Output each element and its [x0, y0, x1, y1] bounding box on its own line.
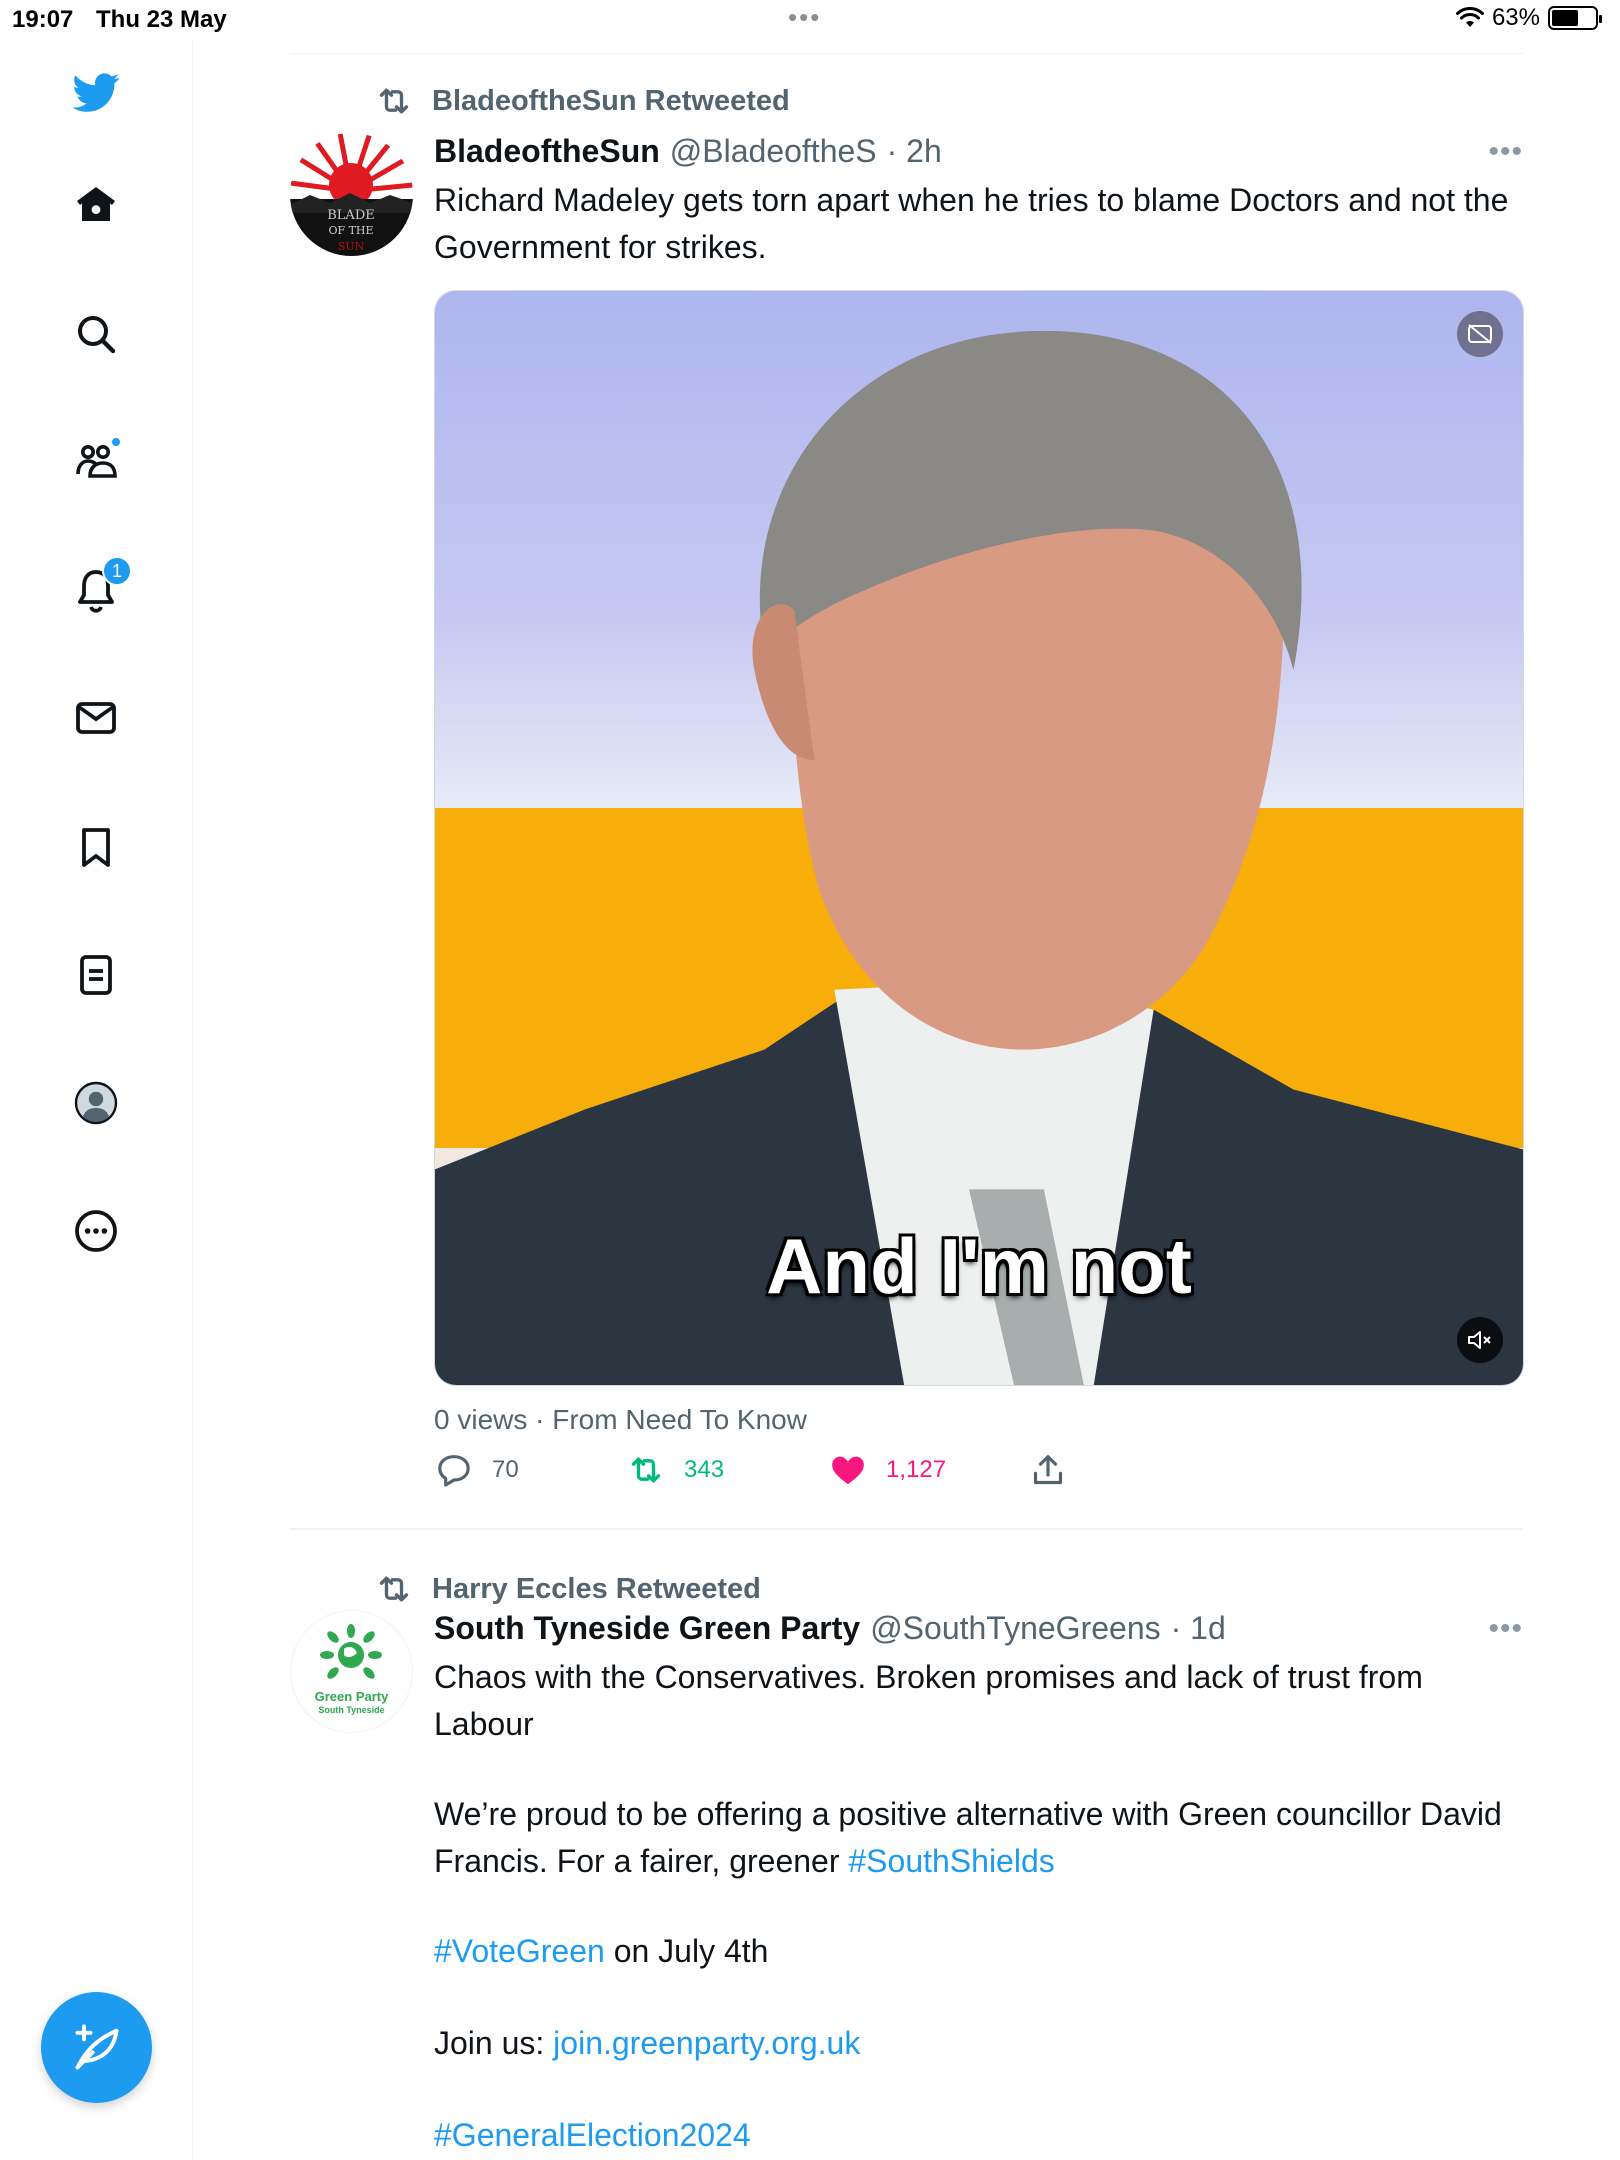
author-name[interactable]: BladeoftheSun — [434, 133, 660, 170]
avatar[interactable]: BLADE OF THE SUN — [290, 133, 413, 256]
battery-icon — [1548, 6, 1602, 30]
lists-icon[interactable] — [64, 943, 128, 1007]
tweet-header: BladeoftheSun @BladeoftheS · 2h — [434, 133, 942, 173]
battery-percent: 63% — [1491, 4, 1540, 31]
retweeted-by-label[interactable]: BladeoftheSun Retweeted — [432, 85, 790, 118]
tweet-video[interactable]: And I'm not — [434, 290, 1524, 1386]
tweet-card[interactable]: Harry Eccles Retweeted Green Party South… — [290, 1530, 1523, 2160]
tweet-more-button[interactable]: ••• — [1488, 135, 1523, 169]
share-icon — [1033, 1455, 1063, 1485]
status-time: 19:07 — [12, 6, 74, 33]
notification-count-badge: 1 — [102, 556, 132, 586]
tweet-text-paragraph-4: Join us: join.greenparty.org.uk — [434, 2020, 1523, 2067]
tweet-actions: 70 343 1,127 — [434, 1445, 1134, 1495]
like-count: 1,127 — [886, 1456, 947, 1483]
twitter-logo-icon[interactable] — [64, 60, 128, 124]
retweeted-by-label[interactable]: Harry Eccles Retweeted — [432, 1573, 761, 1606]
author-handle[interactable]: @BladeoftheS — [670, 133, 877, 170]
mute-button[interactable] — [1457, 1317, 1503, 1363]
tweet-card[interactable]: BladeoftheSun Retweeted BLADE OF THE SUN… — [290, 53, 1524, 1528]
author-name[interactable]: South Tyneside Green Party — [434, 1610, 860, 1647]
reply-icon — [438, 1455, 470, 1487]
retweet-context: Harry Eccles Retweeted — [374, 1571, 761, 1607]
retweet-icon — [631, 1457, 661, 1483]
alt-text-button[interactable] — [1457, 311, 1503, 357]
retweet-button[interactable]: 343 — [626, 1445, 724, 1495]
hashtag-link[interactable]: #VoteGreen — [434, 1933, 605, 1969]
avatar-label-1: Green Party — [314, 1689, 389, 1704]
sidebar-nav: 1 — [0, 40, 193, 2160]
communities-icon[interactable] — [64, 430, 128, 494]
share-button[interactable] — [1028, 1445, 1068, 1495]
tweet-header: South Tyneside Green Party @SouthTyneGre… — [434, 1610, 1226, 1650]
video-caption: And I'm not — [766, 1222, 1192, 1310]
retweet-icon — [379, 88, 409, 114]
compose-icon — [75, 2023, 118, 2069]
status-bar: 19:07 Thu 23 May ••• 63% — [0, 0, 1620, 40]
compose-button[interactable] — [41, 1992, 152, 2103]
retweet-count: 343 — [684, 1456, 725, 1483]
volume-muted-icon — [1468, 1331, 1491, 1349]
url-link[interactable]: join.greenparty.org.uk — [553, 2025, 860, 2061]
svg-text:OF THE: OF THE — [328, 224, 373, 237]
status-date: Thu 23 May — [96, 6, 227, 33]
notifications-icon[interactable]: 1 — [64, 556, 132, 622]
tweet-text-paragraph-1: Chaos with the Conservatives. Broken pro… — [434, 1659, 1423, 1742]
home-icon[interactable] — [64, 173, 128, 237]
reply-button[interactable]: 70 — [434, 1445, 519, 1495]
view-count[interactable]: 0 views · From Need To Know — [434, 1404, 807, 1436]
tweet-text-paragraph-2: We’re proud to be offering a positive al… — [434, 1791, 1523, 1885]
avatar[interactable]: Green Party South Tyneside — [290, 1610, 413, 1733]
status-right: 63% — [1455, 4, 1602, 32]
heart-icon — [832, 1456, 864, 1485]
retweet-context: BladeoftheSun Retweeted — [374, 83, 790, 119]
tweet-text: on July 4th — [604, 1933, 769, 1969]
tweet-time[interactable]: · 1d — [1171, 1610, 1226, 1647]
communities-dot-badge — [110, 436, 122, 448]
search-icon[interactable] — [64, 302, 128, 366]
tweet-text: Join us: — [434, 2025, 554, 2061]
hashtag-link[interactable]: #GeneralElection2024 — [434, 2117, 751, 2153]
multitasking-dots[interactable]: ••• — [788, 2, 821, 33]
tweet-more-button[interactable]: ••• — [1488, 1612, 1523, 1646]
tweet-text-paragraph-5: #GeneralElection2024 — [434, 2112, 1523, 2159]
author-handle[interactable]: @SouthTyneGreens — [870, 1610, 1160, 1647]
messages-icon[interactable] — [64, 686, 128, 750]
profile-icon[interactable] — [64, 1071, 128, 1135]
tweet-text-paragraph-3: #VoteGreen on July 4th — [434, 1928, 1523, 1975]
more-icon[interactable] — [64, 1199, 128, 1263]
like-button[interactable]: 1,127 — [828, 1445, 946, 1495]
wifi-icon — [1455, 7, 1484, 27]
tweet-time[interactable]: · 2h — [887, 133, 942, 170]
reply-count: 70 — [492, 1456, 519, 1483]
svg-text:SUN: SUN — [338, 240, 365, 253]
bookmarks-icon[interactable] — [64, 815, 128, 879]
hashtag-link[interactable]: #SouthShields — [848, 1843, 1054, 1879]
tweet-text: Richard Madeley gets torn apart when he … — [434, 182, 1509, 265]
avatar-label-2: South Tyneside — [318, 1705, 385, 1715]
svg-text:BLADE: BLADE — [327, 208, 375, 223]
caption-icon — [1468, 324, 1492, 344]
retweet-icon — [379, 1576, 409, 1602]
